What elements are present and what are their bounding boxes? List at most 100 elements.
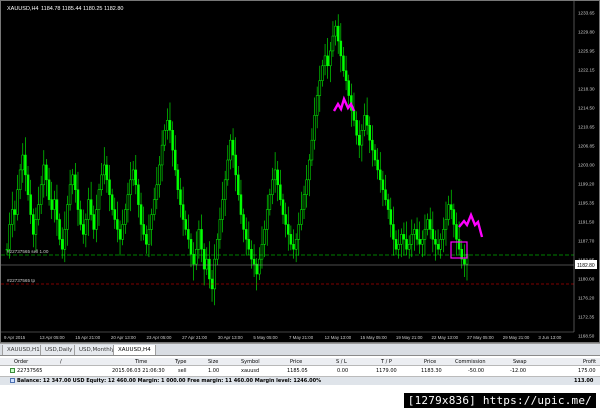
candle-body <box>250 248 253 260</box>
col-order[interactable]: Order <box>14 358 28 366</box>
price-tick-label: 1168.50 <box>578 334 595 339</box>
candle-body <box>442 229 445 240</box>
price-cell: 1185.05 <box>287 368 308 374</box>
col-symbol[interactable]: Symbol <box>241 358 260 366</box>
candle-body <box>89 199 93 215</box>
candle-body <box>279 184 282 200</box>
candle-body <box>200 229 203 250</box>
candle-body <box>342 55 345 72</box>
candle-body <box>418 239 421 245</box>
time-cell: 2015.06.03 21:06:30 <box>112 368 165 374</box>
candle-body <box>326 55 329 67</box>
size-cell: 1.00 <box>208 368 220 374</box>
order-cell: 22737565 <box>10 367 42 375</box>
candle-body <box>292 244 295 250</box>
candle-body <box>181 204 185 220</box>
candle-body <box>187 229 190 240</box>
candle-body <box>137 184 140 205</box>
candle-body <box>371 139 374 151</box>
candle-body <box>50 199 53 210</box>
candle-body <box>260 244 264 260</box>
candle-body <box>139 204 143 225</box>
time-tick-label: 7 May 21:00 <box>289 335 314 340</box>
candle-body <box>13 209 17 215</box>
candle-body <box>252 258 256 265</box>
col-commission[interactable]: Commission <box>455 358 486 366</box>
candle-body <box>171 130 174 151</box>
price-tick-label: 1229.80 <box>578 30 595 35</box>
candle-body <box>142 224 145 235</box>
col-size[interactable]: Size <box>208 358 218 366</box>
candle-body <box>428 219 432 230</box>
candle-body <box>103 164 106 176</box>
candle-body <box>413 229 416 235</box>
balance-row[interactable]: Balance: 12 347.00 USD Equity: 12 460.00… <box>0 376 600 385</box>
table-row[interactable]: 22737565 2015.06.03 21:06:30 sell 1.00 x… <box>0 367 600 375</box>
price-tick-label: 1187.70 <box>578 238 595 243</box>
candle-body <box>223 179 227 200</box>
terminal-panel: Order / Time Type Size Symbol Price S / … <box>0 355 600 389</box>
candle-body <box>255 263 258 275</box>
price-tick-label: 1210.65 <box>578 125 595 130</box>
balance-cell: Balance: 12 347.00 USD Equity: 12 460.00… <box>10 377 321 386</box>
candle-body <box>436 244 440 250</box>
candle-body <box>300 209 303 225</box>
time-tick-label: 13 Apr 05:00 <box>40 335 65 340</box>
chart-window[interactable]: XAUUSD,H4 1184.78 1185.44 1180.25 1182.8… <box>0 0 600 343</box>
candle-body <box>415 229 419 240</box>
candle-body <box>242 214 245 230</box>
candle-body <box>163 130 166 146</box>
candle-body <box>97 189 101 210</box>
candle-body <box>100 174 103 190</box>
candle-body <box>294 239 298 250</box>
candle-body <box>379 169 382 181</box>
time-tick-label: 9 Apr 2015 <box>4 335 26 340</box>
price-tick-label: 1180.00 <box>578 276 595 281</box>
candle-body <box>55 199 59 220</box>
candle-body <box>421 239 424 245</box>
candle-body <box>150 214 153 230</box>
time-tick-label: 12 May 13:00 <box>325 335 352 340</box>
col-sort[interactable]: / <box>60 358 62 366</box>
sl-cell: 0.00 <box>337 368 349 374</box>
candle-body <box>405 239 408 250</box>
candle-body <box>92 214 95 230</box>
col-tp[interactable]: T / P <box>381 358 392 366</box>
candle-body <box>189 239 193 255</box>
col-current-price[interactable]: Price <box>424 358 436 366</box>
candle-body <box>218 219 222 240</box>
candle-body <box>16 189 19 215</box>
candle-body <box>21 154 25 171</box>
candle-body <box>284 214 287 225</box>
candle-body <box>457 239 461 250</box>
candle-body <box>365 115 369 126</box>
candle-body <box>29 194 32 215</box>
footer: [1279x836] https://upic.me/ <box>0 389 600 412</box>
col-price[interactable]: Price <box>290 358 302 366</box>
candle-body <box>381 179 385 190</box>
candle-body <box>271 179 274 195</box>
candle-body <box>384 189 387 200</box>
watermark: [1279x836] https://upic.me/ <box>403 393 596 408</box>
price-tick-label: 1225.95 <box>578 49 595 54</box>
candle-body <box>134 169 138 186</box>
price-chart[interactable]: XAUUSD,H4 1184.78 1185.44 1180.25 1182.8… <box>1 1 599 342</box>
col-swap[interactable]: Swap <box>513 358 527 366</box>
candle-body <box>160 144 164 166</box>
candle-body <box>237 174 240 195</box>
candle-body <box>45 164 48 181</box>
time-scale: 9 Apr 2015 13 Apr 05:00 15 Apr 21:00 20 Apr… <box>4 335 562 340</box>
col-sl[interactable]: S / L <box>336 358 347 366</box>
candle-body <box>313 115 316 141</box>
col-time[interactable]: Time <box>135 358 147 366</box>
candle-body <box>336 25 340 42</box>
candles-layer <box>5 14 469 306</box>
symbol-cell: xauusd <box>241 368 260 374</box>
col-profit[interactable]: Profit <box>583 358 596 366</box>
candle-body <box>129 179 132 195</box>
tp-cell: 1179.00 <box>376 368 397 374</box>
col-type[interactable]: Type <box>175 358 186 366</box>
candle-body <box>334 25 337 37</box>
candle-body <box>58 219 61 240</box>
candle-body <box>426 219 429 230</box>
